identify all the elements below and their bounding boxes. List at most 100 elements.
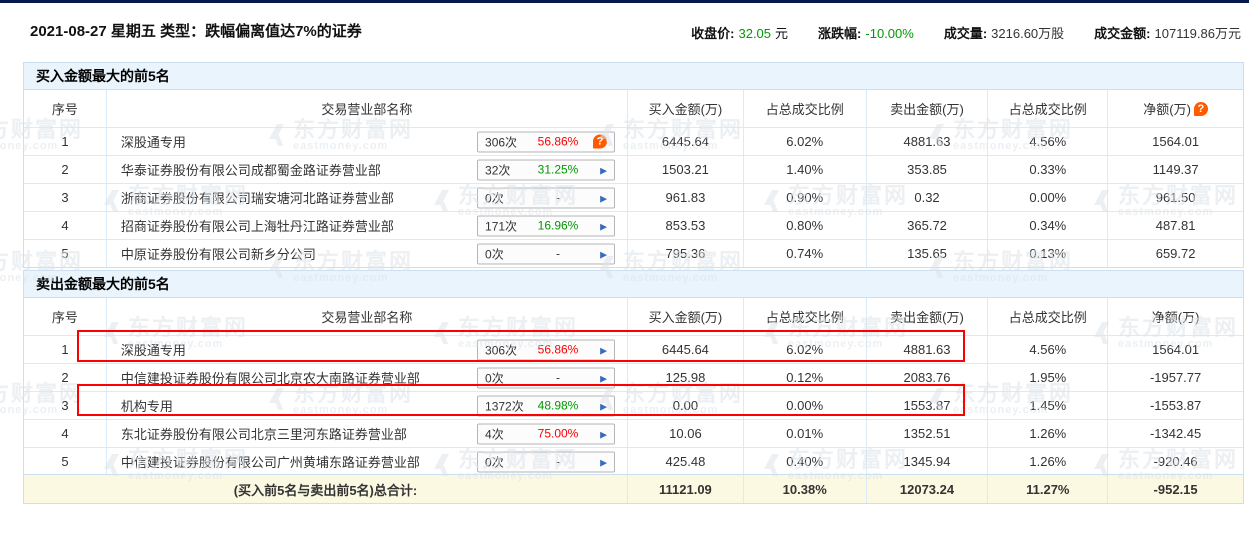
table-row: 3 浙商证券股份有限公司瑞安塘河北路证券营业部 0次 - 961.83 0.90… bbox=[24, 183, 1243, 211]
win-rate: - bbox=[525, 247, 591, 261]
table-row: 3 机构专用 1372次 48.98% 0.00 0.00% 1553.87 1… bbox=[24, 391, 1243, 419]
branch-name-link[interactable]: 中信建投证券股份有限公司广州黄埔东路证券营业部 bbox=[121, 452, 420, 471]
appearance-count: 0次 bbox=[485, 245, 525, 262]
sell-ratio: 1.26% bbox=[987, 448, 1107, 475]
stat-turnover: 成交金额: 107119.86万元 bbox=[1094, 23, 1241, 42]
win-rate: - bbox=[525, 371, 591, 385]
win-rate: 75.00% bbox=[525, 427, 591, 441]
buy-section-title: 买入金额最大的前5名 bbox=[24, 63, 1243, 90]
stat-value: -10.00% bbox=[865, 26, 913, 41]
page-top-border bbox=[0, 0, 1249, 3]
branch-name-link[interactable]: 深股通专用 bbox=[121, 132, 186, 151]
appearance-count: 32次 bbox=[485, 161, 525, 178]
row-index: 5 bbox=[24, 240, 106, 267]
stat-change-pct: 涨跌幅: -10.00% bbox=[818, 23, 914, 42]
win-rate: 48.98% bbox=[525, 399, 591, 413]
buy-amount: 961.83 bbox=[627, 184, 743, 211]
total-row: (买入前5名与卖出前5名)总合计: 11121.09 10.38% 12073.… bbox=[23, 474, 1244, 504]
lhb-history-badge[interactable]: 0次 - bbox=[477, 243, 615, 264]
branch-name-link[interactable]: 招商证券股份有限公司上海牡丹江路证券营业部 bbox=[121, 216, 394, 235]
stat-volume: 成交量: 3216.60万股 bbox=[944, 23, 1064, 42]
col-buy-ratio: 占总成交比例 bbox=[743, 90, 866, 127]
sell-amount: 353.85 bbox=[866, 156, 988, 183]
stat-value: 32.05 bbox=[738, 26, 771, 41]
row-index: 4 bbox=[24, 212, 106, 239]
lhb-history-badge[interactable]: 1372次 48.98% bbox=[477, 395, 615, 416]
buy-amount: 853.53 bbox=[627, 212, 743, 239]
badge-action-icon bbox=[591, 400, 607, 412]
win-rate: 16.96% bbox=[525, 219, 591, 233]
sell-amount: 4881.63 bbox=[866, 128, 988, 155]
appearance-count: 171次 bbox=[485, 217, 525, 234]
total-buy-ratio: 10.38% bbox=[743, 475, 866, 503]
buy-amount: 795.36 bbox=[627, 240, 743, 267]
branch-name-link[interactable]: 深股通专用 bbox=[121, 340, 186, 359]
table-row: 2 华泰证券股份有限公司成都蜀金路证券营业部 32次 31.25% 1503.2… bbox=[24, 155, 1243, 183]
appearance-count: 0次 bbox=[485, 453, 525, 470]
net-amount: -1342.45 bbox=[1107, 420, 1243, 447]
branch-name-cell: 机构专用 1372次 48.98% bbox=[106, 392, 627, 419]
lhb-history-badge[interactable]: 0次 - bbox=[477, 187, 615, 208]
sell-ratio: 4.56% bbox=[987, 336, 1107, 363]
total-buy-amount: 11121.09 bbox=[627, 475, 743, 503]
branch-name-link[interactable]: 浙商证券股份有限公司瑞安塘河北路证券营业部 bbox=[121, 188, 394, 207]
branch-name-link[interactable]: 东北证券股份有限公司北京三里河东路证券营业部 bbox=[121, 424, 407, 443]
appearance-count: 1372次 bbox=[485, 397, 525, 414]
stat-close-price: 收盘价: 32.05 元 bbox=[691, 23, 788, 42]
branch-name-cell: 招商证券股份有限公司上海牡丹江路证券营业部 171次 16.96% bbox=[106, 212, 627, 239]
row-index: 3 bbox=[24, 184, 106, 211]
sell-amount: 1352.51 bbox=[866, 420, 988, 447]
col-buy-amount: 买入金额(万) bbox=[627, 90, 743, 127]
sell-amount: 0.32 bbox=[866, 184, 988, 211]
win-rate: 56.86% bbox=[525, 135, 591, 149]
sell-ratio: 0.33% bbox=[987, 156, 1107, 183]
branch-name-link[interactable]: 机构专用 bbox=[121, 396, 173, 415]
lhb-history-badge[interactable]: 306次 56.86% bbox=[477, 339, 615, 360]
branch-name-cell: 中信建投证券股份有限公司北京农大南路证券营业部 0次 - bbox=[106, 364, 627, 391]
lhb-history-badge[interactable]: 4次 75.00% bbox=[477, 423, 615, 444]
branch-name-link[interactable]: 华泰证券股份有限公司成都蜀金路证券营业部 bbox=[121, 160, 381, 179]
table-row: 1 深股通专用 306次 56.86% 6445.64 6.02% 4881.6… bbox=[24, 127, 1243, 155]
stat-value: 3216.60万股 bbox=[991, 23, 1064, 42]
table-row: 1 深股通专用 306次 56.86% 6445.64 6.02% 4881.6… bbox=[24, 335, 1243, 363]
net-help-icon[interactable] bbox=[1194, 101, 1208, 116]
col-index: 序号 bbox=[24, 298, 106, 335]
sell-amount: 1345.94 bbox=[866, 448, 988, 475]
col-branch-name: 交易营业部名称 bbox=[106, 90, 627, 127]
buy-amount: 1503.21 bbox=[627, 156, 743, 183]
col-index: 序号 bbox=[24, 90, 106, 127]
badge-action-icon bbox=[591, 456, 607, 468]
buy-amount: 6445.64 bbox=[627, 128, 743, 155]
table-row: 2 中信建投证券股份有限公司北京农大南路证券营业部 0次 - 125.98 0.… bbox=[24, 363, 1243, 391]
badge-action-icon bbox=[591, 344, 607, 356]
col-sell-amount: 卖出金额(万) bbox=[866, 90, 988, 127]
total-sell-amount: 12073.24 bbox=[866, 475, 988, 503]
lhb-history-badge[interactable]: 0次 - bbox=[477, 367, 615, 388]
stats-bar: 收盘价: 32.05 元 涨跌幅: -10.00% 成交量: 3216.60万股… bbox=[691, 23, 1241, 42]
total-net-amount: -952.15 bbox=[1107, 475, 1243, 503]
stat-label: 成交量: bbox=[944, 23, 987, 42]
lhb-history-badge[interactable]: 0次 - bbox=[477, 451, 615, 472]
buy-ratio: 0.74% bbox=[743, 240, 866, 267]
row-index: 1 bbox=[24, 128, 106, 155]
branch-name-link[interactable]: 中原证券股份有限公司新乡分公司 bbox=[121, 244, 316, 263]
col-sell-ratio: 占总成交比例 bbox=[987, 90, 1107, 127]
sell-ratio: 1.45% bbox=[987, 392, 1107, 419]
buy-ratio: 6.02% bbox=[743, 336, 866, 363]
row-index: 2 bbox=[24, 156, 106, 183]
lhb-history-badge[interactable]: 306次 56.86% bbox=[477, 131, 615, 152]
lhb-history-badge[interactable]: 171次 16.96% bbox=[477, 215, 615, 236]
win-rate: - bbox=[525, 455, 591, 469]
sell-amount: 2083.76 bbox=[866, 364, 988, 391]
branch-name-link[interactable]: 中信建投证券股份有限公司北京农大南路证券营业部 bbox=[121, 368, 420, 387]
row-index: 3 bbox=[24, 392, 106, 419]
branch-name-cell: 东北证券股份有限公司北京三里河东路证券营业部 4次 75.00% bbox=[106, 420, 627, 447]
net-amount: -1553.87 bbox=[1107, 392, 1243, 419]
lhb-history-badge[interactable]: 32次 31.25% bbox=[477, 159, 615, 180]
buy-ratio: 0.40% bbox=[743, 448, 866, 475]
win-rate: 56.86% bbox=[525, 343, 591, 357]
col-sell-amount: 卖出金额(万) bbox=[866, 298, 988, 335]
buy-ratio: 0.80% bbox=[743, 212, 866, 239]
badge-action-icon bbox=[591, 135, 607, 149]
sell-ratio: 4.56% bbox=[987, 128, 1107, 155]
